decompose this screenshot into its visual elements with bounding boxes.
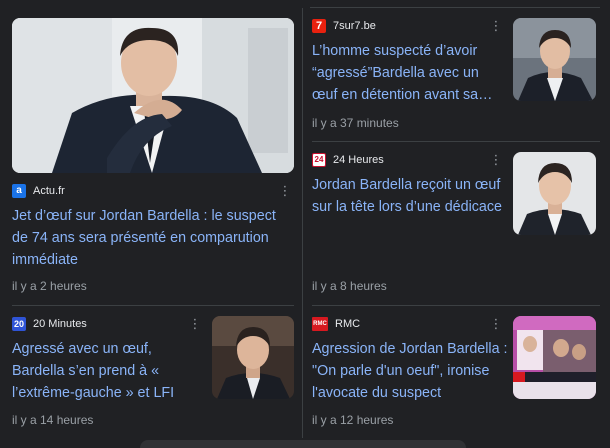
- article-title[interactable]: Jet d’œuf sur Jordan Bardella : le suspe…: [12, 205, 294, 271]
- article-title[interactable]: Agression de Jordan Bardella : "On parle…: [312, 338, 508, 404]
- article-time: il y a 37 minutes: [312, 116, 399, 130]
- article-time: il y a 12 heures: [312, 413, 394, 427]
- article-thumbnail[interactable]: [12, 18, 294, 173]
- row-divider: [312, 141, 600, 142]
- actu-logo-icon: a: [12, 184, 26, 198]
- article-time: il y a 14 heures: [12, 413, 94, 427]
- article-title[interactable]: Agressé avec un œuf, Bardella s’en prend…: [12, 338, 204, 404]
- source-name: Actu.fr: [33, 185, 65, 197]
- source-name: 24 Heures: [333, 154, 384, 166]
- source-name: RMC: [335, 318, 361, 330]
- source-row: 7 7sur7.be: [312, 18, 376, 34]
- article-thumbnail[interactable]: [212, 316, 294, 399]
- more-options-icon[interactable]: ⋮: [277, 183, 293, 199]
- source-row: a Actu.fr: [12, 183, 65, 199]
- more-options-icon[interactable]: ⋮: [488, 18, 504, 34]
- more-options-icon[interactable]: ⋮: [488, 316, 504, 332]
- article-time: il y a 2 heures: [12, 279, 87, 293]
- article-thumbnail[interactable]: [513, 18, 596, 101]
- source-row: RMC RMC: [312, 316, 360, 332]
- article-time: il y a 8 heures: [312, 279, 387, 293]
- more-news-button[interactable]: [140, 440, 466, 448]
- 20minutes-logo-icon: 20: [12, 317, 26, 331]
- top-divider: [310, 7, 600, 8]
- column-divider: [302, 8, 303, 438]
- article-title[interactable]: L’homme suspecté d’avoir “agressé”Bardel…: [312, 40, 504, 106]
- source-name: 20 Minutes: [33, 318, 87, 330]
- 24heures-logo-icon: 24: [312, 153, 326, 167]
- more-options-icon[interactable]: ⋮: [488, 152, 504, 168]
- more-options-icon[interactable]: ⋮: [187, 316, 203, 332]
- article-title[interactable]: Jordan Bardella reçoit un œuf sur la têt…: [312, 174, 508, 218]
- rmc-logo-icon: RMC: [312, 317, 328, 331]
- row-divider: [12, 305, 294, 306]
- article-thumbnail[interactable]: [513, 316, 596, 399]
- article-thumbnail[interactable]: [513, 152, 596, 235]
- row-divider: [312, 305, 600, 306]
- source-row: 20 20 Minutes: [12, 316, 87, 332]
- source-row: 24 24 Heures: [312, 152, 384, 168]
- 7sur7-logo-icon: 7: [312, 19, 326, 33]
- source-name: 7sur7.be: [333, 20, 376, 32]
